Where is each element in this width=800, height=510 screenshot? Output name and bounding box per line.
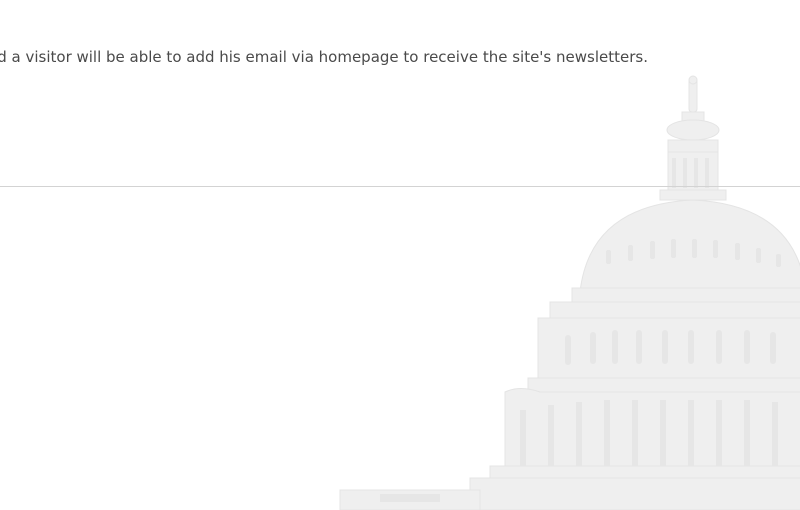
newsletter-description-text: ed a visitor will be able to add his ema… bbox=[0, 48, 648, 66]
settings-page: ed a visitor will be able to add his ema… bbox=[0, 0, 800, 510]
section-divider bbox=[0, 186, 800, 187]
capitol-watermark-icon bbox=[339, 75, 800, 510]
